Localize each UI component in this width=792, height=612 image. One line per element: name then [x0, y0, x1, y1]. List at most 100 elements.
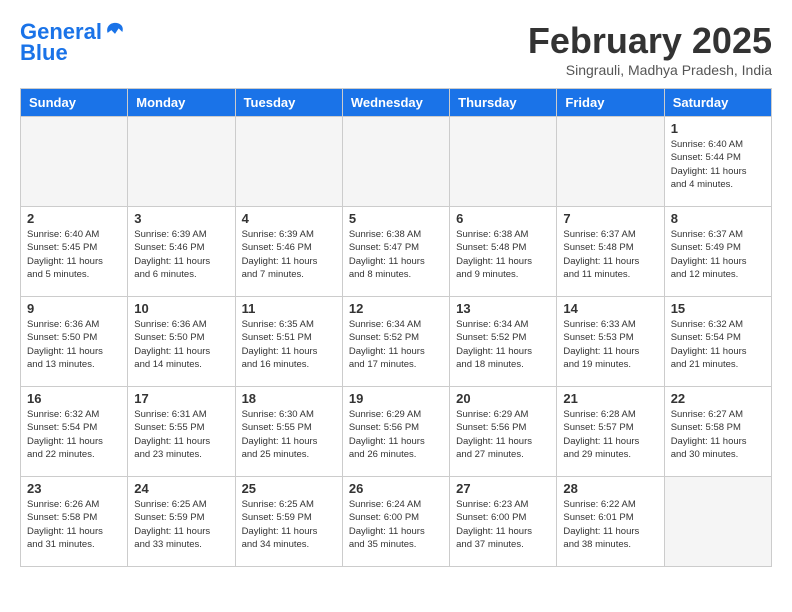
calendar-subtitle: Singrauli, Madhya Pradesh, India — [528, 62, 772, 78]
calendar-cell: 12 Sunrise: 6:34 AM Sunset: 5:52 PM Dayli… — [342, 297, 449, 387]
day-info: Sunrise: 6:32 AM Sunset: 5:54 PM Dayligh… — [671, 318, 765, 371]
day-info: Sunrise: 6:34 AM Sunset: 5:52 PM Dayligh… — [349, 318, 443, 371]
day-number: 4 — [242, 211, 336, 226]
day-number: 19 — [349, 391, 443, 406]
calendar-cell: 8 Sunrise: 6:37 AM Sunset: 5:49 PM Daylig… — [664, 207, 771, 297]
day-number: 24 — [134, 481, 228, 496]
calendar-week-3: 9 Sunrise: 6:36 AM Sunset: 5:50 PM Daylig… — [21, 297, 772, 387]
calendar-cell — [450, 117, 557, 207]
day-number: 12 — [349, 301, 443, 316]
calendar-cell: 11 Sunrise: 6:35 AM Sunset: 5:51 PM Dayli… — [235, 297, 342, 387]
calendar-cell: 7 Sunrise: 6:37 AM Sunset: 5:48 PM Daylig… — [557, 207, 664, 297]
calendar-week-4: 16 Sunrise: 6:32 AM Sunset: 5:54 PM Dayli… — [21, 387, 772, 477]
calendar-cell: 22 Sunrise: 6:27 AM Sunset: 5:58 PM Dayli… — [664, 387, 771, 477]
day-number: 8 — [671, 211, 765, 226]
calendar-cell: 14Sunrise: 6:33 AM Sunset: 5:53 PM Dayli… — [557, 297, 664, 387]
day-number: 6 — [456, 211, 550, 226]
day-info: Sunrise: 6:39 AM Sunset: 5:46 PM Dayligh… — [134, 228, 228, 281]
day-info: Sunrise: 6:22 AM Sunset: 6:01 PM Dayligh… — [563, 498, 657, 551]
calendar-week-1: 1 Sunrise: 6:40 AM Sunset: 5:44 PM Daylig… — [21, 117, 772, 207]
calendar-cell: 16 Sunrise: 6:32 AM Sunset: 5:54 PM Dayli… — [21, 387, 128, 477]
day-info: Sunrise: 6:37 AM Sunset: 5:49 PM Dayligh… — [671, 228, 765, 281]
calendar-header-row: Sunday Monday Tuesday Wednesday Thursday… — [21, 89, 772, 117]
day-number: 20 — [456, 391, 550, 406]
day-info: Sunrise: 6:28 AM Sunset: 5:57 PM Dayligh… — [563, 408, 657, 461]
title-section: February 2025 Singrauli, Madhya Pradesh,… — [528, 20, 772, 78]
calendar-cell: 28 Sunrise: 6:22 AM Sunset: 6:01 PM Dayli… — [557, 477, 664, 567]
calendar-cell — [342, 117, 449, 207]
day-number: 7 — [563, 211, 657, 226]
calendar-cell: 1 Sunrise: 6:40 AM Sunset: 5:44 PM Daylig… — [664, 117, 771, 207]
calendar-table: Sunday Monday Tuesday Wednesday Thursday… — [20, 88, 772, 567]
day-number: 23 — [27, 481, 121, 496]
calendar-cell: 10 Sunrise: 6:36 AM Sunset: 5:50 PM Dayli… — [128, 297, 235, 387]
day-number: 9 — [27, 301, 121, 316]
day-info: Sunrise: 6:40 AM Sunset: 5:45 PM Dayligh… — [27, 228, 121, 281]
calendar-title: February 2025 — [528, 20, 772, 62]
day-number: 2 — [27, 211, 121, 226]
col-saturday: Saturday — [664, 89, 771, 117]
day-info: Sunrise: 6:25 AM Sunset: 5:59 PM Dayligh… — [134, 498, 228, 551]
day-number: 17 — [134, 391, 228, 406]
day-number: 5 — [349, 211, 443, 226]
calendar-cell: 5Sunrise: 6:38 AM Sunset: 5:47 PM Daylig… — [342, 207, 449, 297]
day-number: 1 — [671, 121, 765, 136]
calendar-cell — [557, 117, 664, 207]
calendar-cell: 23Sunrise: 6:26 AM Sunset: 5:58 PM Dayli… — [21, 477, 128, 567]
day-info: Sunrise: 6:36 AM Sunset: 5:50 PM Dayligh… — [134, 318, 228, 371]
calendar-cell: 17Sunrise: 6:31 AM Sunset: 5:55 PM Dayli… — [128, 387, 235, 477]
logo: General Blue — [20, 20, 126, 66]
logo-icon — [104, 21, 126, 43]
calendar-cell: 24 Sunrise: 6:25 AM Sunset: 5:59 PM Dayli… — [128, 477, 235, 567]
page-header: General Blue February 2025 Singrauli, Ma… — [20, 20, 772, 78]
day-info: Sunrise: 6:32 AM Sunset: 5:54 PM Dayligh… — [27, 408, 121, 461]
calendar-cell: 26Sunrise: 6:24 AM Sunset: 6:00 PM Dayli… — [342, 477, 449, 567]
calendar-cell: 9 Sunrise: 6:36 AM Sunset: 5:50 PM Daylig… — [21, 297, 128, 387]
calendar-cell — [235, 117, 342, 207]
day-number: 25 — [242, 481, 336, 496]
calendar-cell: 13Sunrise: 6:34 AM Sunset: 5:52 PM Dayli… — [450, 297, 557, 387]
calendar-cell: 4 Sunrise: 6:39 AM Sunset: 5:46 PM Daylig… — [235, 207, 342, 297]
day-number: 11 — [242, 301, 336, 316]
day-number: 18 — [242, 391, 336, 406]
calendar-cell: 6Sunrise: 6:38 AM Sunset: 5:48 PM Daylig… — [450, 207, 557, 297]
day-info: Sunrise: 6:35 AM Sunset: 5:51 PM Dayligh… — [242, 318, 336, 371]
day-info: Sunrise: 6:25 AM Sunset: 5:59 PM Dayligh… — [242, 498, 336, 551]
day-info: Sunrise: 6:40 AM Sunset: 5:44 PM Dayligh… — [671, 138, 765, 191]
day-number: 14 — [563, 301, 657, 316]
calendar-cell: 25 Sunrise: 6:25 AM Sunset: 5:59 PM Dayli… — [235, 477, 342, 567]
col-thursday: Thursday — [450, 89, 557, 117]
calendar-cell — [21, 117, 128, 207]
col-monday: Monday — [128, 89, 235, 117]
day-info: Sunrise: 6:39 AM Sunset: 5:46 PM Dayligh… — [242, 228, 336, 281]
calendar-cell: 2 Sunrise: 6:40 AM Sunset: 5:45 PM Daylig… — [21, 207, 128, 297]
calendar-cell: 20 Sunrise: 6:29 AM Sunset: 5:56 PM Dayli… — [450, 387, 557, 477]
calendar-week-5: 23Sunrise: 6:26 AM Sunset: 5:58 PM Dayli… — [21, 477, 772, 567]
col-tuesday: Tuesday — [235, 89, 342, 117]
day-info: Sunrise: 6:36 AM Sunset: 5:50 PM Dayligh… — [27, 318, 121, 371]
day-number: 21 — [563, 391, 657, 406]
col-friday: Friday — [557, 89, 664, 117]
day-info: Sunrise: 6:24 AM Sunset: 6:00 PM Dayligh… — [349, 498, 443, 551]
day-number: 3 — [134, 211, 228, 226]
day-info: Sunrise: 6:27 AM Sunset: 5:58 PM Dayligh… — [671, 408, 765, 461]
calendar-week-2: 2 Sunrise: 6:40 AM Sunset: 5:45 PM Daylig… — [21, 207, 772, 297]
day-info: Sunrise: 6:29 AM Sunset: 5:56 PM Dayligh… — [349, 408, 443, 461]
day-info: Sunrise: 6:37 AM Sunset: 5:48 PM Dayligh… — [563, 228, 657, 281]
day-number: 22 — [671, 391, 765, 406]
calendar-cell: 27 Sunrise: 6:23 AM Sunset: 6:00 PM Dayli… — [450, 477, 557, 567]
calendar-cell — [128, 117, 235, 207]
day-number: 10 — [134, 301, 228, 316]
day-number: 13 — [456, 301, 550, 316]
calendar-cell — [664, 477, 771, 567]
day-number: 27 — [456, 481, 550, 496]
day-info: Sunrise: 6:30 AM Sunset: 5:55 PM Dayligh… — [242, 408, 336, 461]
calendar-cell: 3 Sunrise: 6:39 AM Sunset: 5:46 PM Daylig… — [128, 207, 235, 297]
day-number: 16 — [27, 391, 121, 406]
calendar-cell: 15 Sunrise: 6:32 AM Sunset: 5:54 PM Dayli… — [664, 297, 771, 387]
day-number: 28 — [563, 481, 657, 496]
day-info: Sunrise: 6:23 AM Sunset: 6:00 PM Dayligh… — [456, 498, 550, 551]
day-info: Sunrise: 6:29 AM Sunset: 5:56 PM Dayligh… — [456, 408, 550, 461]
day-number: 15 — [671, 301, 765, 316]
calendar-cell: 18 Sunrise: 6:30 AM Sunset: 5:55 PM Dayli… — [235, 387, 342, 477]
